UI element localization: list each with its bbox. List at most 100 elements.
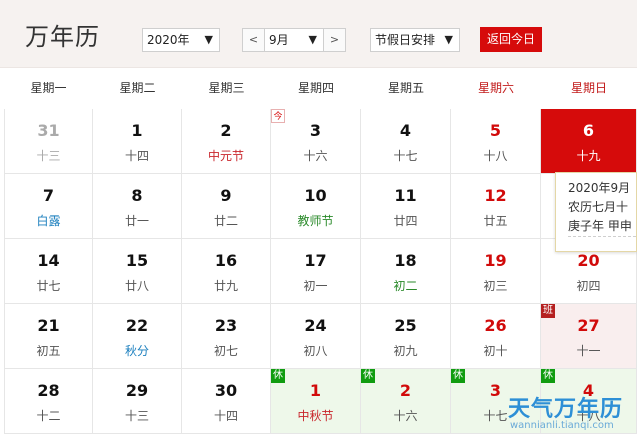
day-number: 25	[394, 316, 417, 335]
day-number: 27	[577, 316, 600, 335]
calendar-day-cell[interactable]: 8 廿一	[93, 174, 182, 239]
lunar-date: 中秋节	[297, 409, 334, 423]
calendar-day-cell[interactable]: 9 廿二	[182, 174, 271, 239]
calendar-day-cell[interactable]: 16 廿九	[182, 239, 271, 304]
lunar-date: 十八	[483, 149, 508, 163]
lunar-date: 廿五	[483, 214, 508, 228]
chevron-down-icon: ▼	[308, 33, 317, 46]
lunar-date: 初七	[213, 344, 238, 358]
calendar-day-cell[interactable]: 休 2 十六	[361, 369, 451, 434]
lunar-date: 初四	[576, 279, 601, 293]
date-detail-tooltip: 2020年9月 农历七月十 庚子年 甲申	[555, 172, 637, 252]
calendar-day-cell[interactable]: 15 廿八	[93, 239, 182, 304]
tooltip-lunar-date: 农历七月十	[568, 200, 629, 214]
calendar-day-cell[interactable]: 7 白露	[4, 174, 93, 239]
calendar-day-cell[interactable]: 21 初五	[4, 304, 93, 369]
lunar-date: 十四	[213, 409, 238, 423]
calendar-day-cell[interactable]: 30 十四	[182, 369, 271, 434]
calendar-day-cell[interactable]: 18 初二	[361, 239, 451, 304]
day-number: 14	[37, 251, 60, 270]
calendar-day-cell[interactable]: 23 初七	[182, 304, 271, 369]
lunar-date: 十七	[393, 149, 418, 163]
lunar-date: 中元节	[207, 149, 244, 163]
lunar-date: 廿九	[213, 279, 238, 293]
weekday-header-row: 星期一 星期二 星期三 星期四 星期五 星期六 星期日	[0, 69, 637, 110]
next-month-button[interactable]: >	[323, 29, 345, 51]
calendar-day-cell[interactable]: 6 十九	[541, 109, 637, 174]
tooltip-ganzhi: 庚子年 甲申	[568, 219, 632, 233]
day-number: 8	[131, 186, 143, 205]
day-number: 23	[214, 316, 238, 335]
lunar-date: 初九	[393, 344, 418, 358]
lunar-date: 十六	[393, 409, 418, 423]
calendar-day-cell[interactable]: 26 初十	[451, 304, 541, 369]
calendar-day-cell[interactable]: 今 3 十六	[271, 109, 361, 174]
day-number: 18	[394, 251, 417, 270]
calendar-header: 万年历 2020年 ▼ < 9月 ▼ > 节假日安排 ▼ 返回今日	[0, 0, 637, 68]
day-number: 22	[125, 316, 149, 335]
lunar-date: 十九	[576, 149, 601, 163]
calendar-day-cell[interactable]: 17 初一	[271, 239, 361, 304]
calendar-day-cell[interactable]: 25 初九	[361, 304, 451, 369]
calendar-day-cell[interactable]: 19 初三	[451, 239, 541, 304]
day-number: 15	[125, 251, 149, 270]
calendar-day-cell[interactable]: 14 廿七	[4, 239, 93, 304]
calendar-day-cell[interactable]: 31 十三	[4, 109, 93, 174]
calendar-day-cell[interactable]: 24 初八	[271, 304, 361, 369]
lunar-date: 廿八	[124, 279, 149, 293]
day-number: 1	[309, 381, 322, 400]
page-title: 万年历	[25, 23, 100, 51]
lunar-date: 秋分	[124, 344, 149, 358]
weekday-label: 星期四	[297, 81, 334, 95]
month-select-value: 9月	[269, 33, 289, 47]
day-number: 12	[484, 186, 507, 205]
lunar-date: 廿一	[124, 214, 149, 228]
chevron-down-icon: ▼	[444, 33, 453, 46]
calendar-day-cell[interactable]: 1 十四	[93, 109, 182, 174]
month-selector: < 9月 ▼ >	[242, 28, 346, 52]
lunar-date: 十三	[36, 149, 61, 163]
day-number: 21	[37, 316, 60, 335]
day-number: 3	[309, 121, 322, 140]
day-number: 26	[484, 316, 507, 335]
lunar-date: 初二	[393, 279, 418, 293]
day-number: 1	[131, 121, 143, 140]
holiday-select[interactable]: 节假日安排 ▼	[370, 28, 460, 52]
calendar-day-cell[interactable]: 2 中元节	[182, 109, 271, 174]
watermark-url: wannianli.tianqi.com	[510, 420, 614, 431]
calendar-day-cell[interactable]: 22 秋分	[93, 304, 182, 369]
day-number: 30	[214, 381, 238, 400]
calendar-day-cell[interactable]: 4 十七	[361, 109, 451, 174]
calendar-day-cell[interactable]: 28 十二	[4, 369, 93, 434]
calendar-day-cell[interactable]: 10 教师节	[271, 174, 361, 239]
day-number: 31	[37, 121, 60, 140]
calendar-day-cell[interactable]: 休 1 中秋节	[271, 369, 361, 434]
lunar-date: 白露	[36, 214, 61, 228]
lunar-date: 初五	[36, 344, 61, 358]
day-number: 6	[582, 121, 595, 140]
lunar-date: 十四	[124, 149, 149, 163]
chevron-down-icon: ▼	[204, 33, 213, 46]
weekday-label: 星期二	[119, 81, 156, 95]
calendar-day-cell[interactable]: 29 十三	[93, 369, 182, 434]
prev-month-button[interactable]: <	[243, 29, 265, 51]
holiday-select-value: 节假日安排	[375, 33, 436, 47]
year-select[interactable]: 2020年 ▼	[142, 28, 220, 52]
day-number: 4	[399, 121, 412, 140]
calendar-day-cell[interactable]: 12 廿五	[451, 174, 541, 239]
calendar-day-cell[interactable]: 11 廿四	[361, 174, 451, 239]
watermark: 天气万年历 wannianli.tianqi.com	[508, 391, 633, 437]
weekday-label: 星期三	[208, 81, 245, 95]
day-number: 7	[42, 186, 55, 205]
back-to-today-button[interactable]: 返回今日	[480, 27, 542, 52]
day-number: 19	[484, 251, 507, 270]
day-number: 29	[125, 381, 149, 400]
day-number: 2	[399, 381, 412, 400]
calendar-day-cell[interactable]: 班 27 十一	[541, 304, 637, 369]
day-number: 20	[577, 251, 600, 270]
day-number: 5	[489, 121, 502, 140]
month-select[interactable]: 9月 ▼	[265, 29, 323, 51]
calendar-day-cell[interactable]: 5 十八	[451, 109, 541, 174]
day-number: 10	[304, 186, 327, 205]
tooltip-divider	[568, 236, 636, 237]
